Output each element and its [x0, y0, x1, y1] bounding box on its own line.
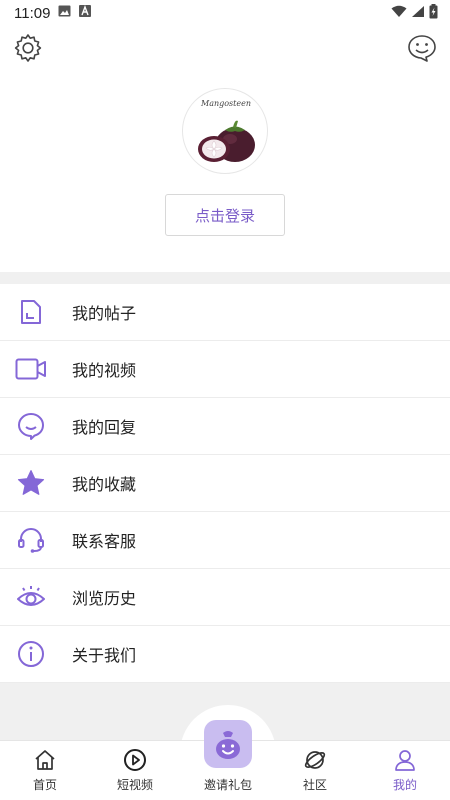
menu-item-label: 我的帖子 [72, 304, 137, 323]
nav-label: 我的 [392, 778, 417, 792]
image-icon [58, 5, 71, 21]
nav-invite-label[interactable]: 邀请礼包 [190, 776, 266, 793]
nav-mine[interactable]: 我的 [360, 741, 450, 800]
a-icon [79, 5, 92, 21]
planet-icon [304, 751, 326, 769]
post-icon [15, 296, 47, 328]
nav-home[interactable]: 首页 [0, 741, 90, 800]
nav-community[interactable]: 社区 [270, 741, 360, 800]
chat-smile-icon[interactable] [406, 32, 438, 64]
nav-short-video[interactable]: 短视频 [90, 741, 180, 800]
menu-item-about-us[interactable]: 关于我们 [0, 626, 450, 683]
user-icon [395, 750, 415, 771]
reply-icon [15, 410, 47, 442]
login-button[interactable]: 点击登录 [165, 194, 285, 236]
top-actions [0, 30, 450, 70]
menu-item-my-replies[interactable]: 我的回复 [0, 398, 450, 455]
menu-list: 我的帖子 我的视频 我的回复 我的收藏 联系客服 浏览历史 关于我们 [0, 284, 450, 683]
menu-item-my-favorites[interactable]: 我的收藏 [0, 455, 450, 512]
home-icon [35, 750, 55, 770]
status-time: 11:09 [14, 4, 51, 22]
menu-item-label: 我的收藏 [72, 475, 137, 494]
signal-icon [411, 5, 425, 22]
status-bar: 11:09 [0, 0, 450, 26]
nav-label: 首页 [32, 778, 57, 792]
eye-icon [15, 581, 47, 613]
headset-icon [15, 524, 47, 556]
wifi-icon [391, 5, 407, 22]
nav-label: 社区 [302, 778, 327, 792]
menu-item-label: 关于我们 [72, 646, 137, 665]
gear-icon[interactable] [12, 32, 44, 64]
profile-section: Mangosteen 点击登录 [0, 86, 450, 266]
star-icon [15, 467, 47, 499]
menu-item-my-videos[interactable]: 我的视频 [0, 341, 450, 398]
menu-item-browse-history[interactable]: 浏览历史 [0, 569, 450, 626]
menu-item-my-posts[interactable]: 我的帖子 [0, 284, 450, 341]
avatar[interactable]: Mangosteen [182, 88, 268, 174]
info-icon [15, 638, 47, 670]
section-divider [0, 272, 450, 284]
battery-icon [429, 3, 438, 23]
play-icon [124, 749, 146, 771]
menu-item-label: 浏览历史 [72, 589, 137, 608]
gift-bag-icon[interactable] [204, 720, 252, 768]
video-icon [15, 353, 47, 385]
menu-item-contact-service[interactable]: 联系客服 [0, 512, 450, 569]
menu-item-label: 我的回复 [72, 418, 137, 437]
mangosteen-image [198, 120, 255, 162]
menu-item-label: 我的视频 [72, 361, 137, 380]
nav-label: 短视频 [116, 778, 153, 792]
menu-item-label: 联系客服 [72, 532, 137, 551]
